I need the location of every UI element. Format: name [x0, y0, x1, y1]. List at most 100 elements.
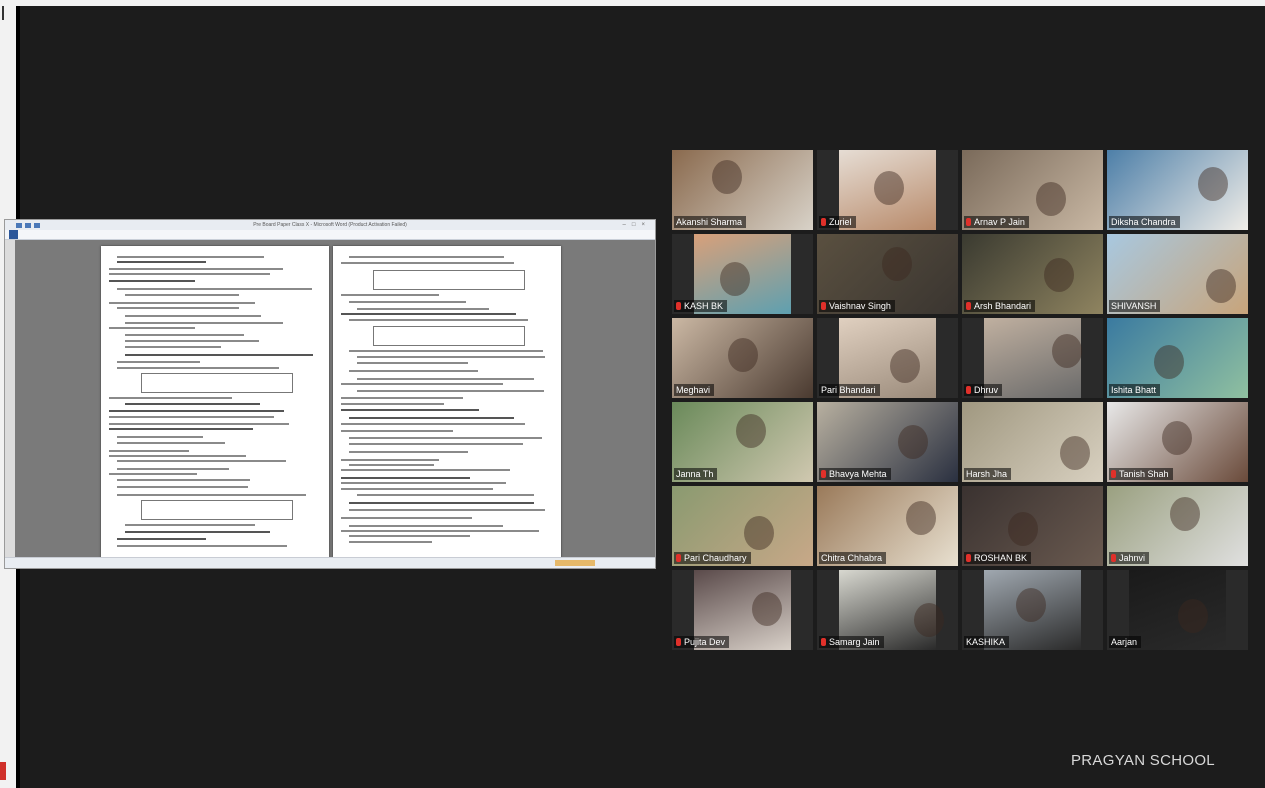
participant-name-label: Diksha Chandra	[1109, 216, 1180, 228]
participant-tile[interactable]: Diksha Chandra	[1107, 150, 1248, 230]
person-silhouette	[744, 516, 774, 550]
person-silhouette	[728, 338, 758, 372]
muted-mic-icon	[821, 218, 826, 226]
document-text-line	[349, 525, 503, 527]
participant-tile[interactable]: SHIVANSH	[1107, 234, 1248, 314]
document-text-line	[349, 502, 534, 504]
participant-tile[interactable]: Bhavya Mehta	[817, 402, 958, 482]
window-controls[interactable]: –□×	[623, 220, 651, 230]
participant-name: Bhavya Mehta	[829, 469, 887, 479]
document-text-line	[117, 367, 280, 369]
document-text-line	[341, 294, 440, 296]
document-text-line	[125, 403, 260, 405]
document-text-line	[109, 280, 195, 282]
participant-tile[interactable]: Pujita Dev	[672, 570, 813, 650]
participant-name: Ishita Bhatt	[1111, 385, 1157, 395]
participant-name-label: Harsh Jha	[964, 468, 1012, 480]
ribbon-tab[interactable]	[121, 230, 122, 239]
document-text-line	[125, 346, 221, 348]
participant-tile[interactable]: Ishita Bhatt	[1107, 318, 1248, 398]
participant-tile[interactable]: KASH BK	[672, 234, 813, 314]
person-silhouette	[1198, 167, 1228, 201]
participant-tile[interactable]: Chitra Chhabra	[817, 486, 958, 566]
document-text-line	[117, 460, 286, 462]
participant-tile[interactable]: Janna Th	[672, 402, 813, 482]
person-silhouette	[1206, 269, 1236, 303]
document-text-line	[117, 261, 207, 263]
participant-tile[interactable]: Jahnvi	[1107, 486, 1248, 566]
participant-tile[interactable]: Harsh Jha	[962, 402, 1103, 482]
person-silhouette	[1162, 421, 1192, 455]
document-text-line	[349, 301, 466, 303]
document-text-line	[341, 409, 479, 411]
document-text-line	[341, 313, 516, 315]
participant-tile[interactable]: Zuriel	[817, 150, 958, 230]
participant-name: Aarjan	[1111, 637, 1138, 647]
participant-name: Pari Bhandari	[821, 385, 876, 395]
muted-mic-icon	[966, 218, 971, 226]
shared-screen[interactable]: Pre Board Paper Class X - Microsoft Word…	[4, 219, 656, 569]
participant-tile[interactable]: KASHIKA	[962, 570, 1103, 650]
document-text-line	[109, 410, 285, 412]
muted-mic-icon	[821, 638, 826, 646]
ribbon-tab[interactable]	[104, 230, 105, 239]
muted-mic-icon	[676, 638, 681, 646]
participant-tile[interactable]: Samarg Jain	[817, 570, 958, 650]
participant-name-label: Samarg Jain	[819, 636, 884, 648]
participant-name-label: Vaishnav Singh	[819, 300, 895, 312]
document-text-line	[357, 390, 544, 392]
participant-tile[interactable]: ROSHAN BK	[962, 486, 1103, 566]
ribbon-tab[interactable]	[87, 230, 88, 239]
participant-tile[interactable]: Vaishnav Singh	[817, 234, 958, 314]
record-indicator	[0, 762, 6, 780]
document-text-line	[125, 531, 271, 533]
participant-tile[interactable]: Aarjan	[1107, 570, 1248, 650]
word-status-bar	[5, 557, 655, 568]
document-text-line	[357, 356, 545, 358]
document-table	[373, 270, 525, 290]
participant-name: Zuriel	[829, 217, 852, 227]
word-ribbon	[5, 230, 655, 240]
participant-name: Akanshi Sharma	[676, 217, 743, 227]
document-text-line	[117, 494, 306, 496]
zoom-slider[interactable]	[555, 560, 595, 566]
participant-tile[interactable]: Akanshi Sharma	[672, 150, 813, 230]
participant-tile[interactable]: Tanish Shah	[1107, 402, 1248, 482]
participant-name-label: Aarjan	[1109, 636, 1142, 648]
document-text-line	[125, 340, 260, 342]
person-silhouette	[890, 349, 920, 383]
muted-mic-icon	[676, 302, 681, 310]
document-text-line	[109, 423, 289, 425]
document-text-line	[341, 517, 472, 519]
participant-name-label: Tanish Shah	[1109, 468, 1173, 480]
document-text-line	[357, 494, 534, 496]
person-silhouette	[1060, 436, 1090, 470]
ribbon-tab-file[interactable]	[9, 230, 19, 239]
participant-tile[interactable]: Arnav P Jain	[962, 150, 1103, 230]
participant-name: Vaishnav Singh	[829, 301, 891, 311]
word-window-title: Pre Board Paper Class X - Microsoft Word…	[253, 222, 407, 228]
participant-name-label: Chitra Chhabra	[819, 552, 887, 564]
document-text-line	[349, 464, 434, 466]
participant-name: KASH BK	[684, 301, 724, 311]
person-silhouette	[1052, 334, 1082, 368]
quick-access-toolbar[interactable]	[9, 222, 49, 228]
participant-name-label: Zuriel	[819, 216, 856, 228]
person-silhouette	[1044, 258, 1074, 292]
ribbon-tab[interactable]	[69, 230, 70, 239]
participant-tile[interactable]: Pari Chaudhary	[672, 486, 813, 566]
participant-tile[interactable]: Pari Bhandari	[817, 318, 958, 398]
document-text-line	[341, 488, 494, 490]
participant-tile[interactable]: Dhruv	[962, 318, 1103, 398]
document-text-line	[109, 473, 198, 475]
ribbon-tab[interactable]	[52, 230, 53, 239]
document-text-line	[109, 268, 283, 270]
person-silhouette	[914, 603, 944, 637]
document-text-line	[109, 450, 190, 452]
participant-tile[interactable]: Arsh Bhandari	[962, 234, 1103, 314]
participant-name-label: KASHIKA	[964, 636, 1010, 648]
document-text-line	[125, 294, 239, 296]
participant-tile[interactable]: Meghavi	[672, 318, 813, 398]
ribbon-tab[interactable]	[34, 230, 35, 239]
person-silhouette	[736, 414, 766, 448]
